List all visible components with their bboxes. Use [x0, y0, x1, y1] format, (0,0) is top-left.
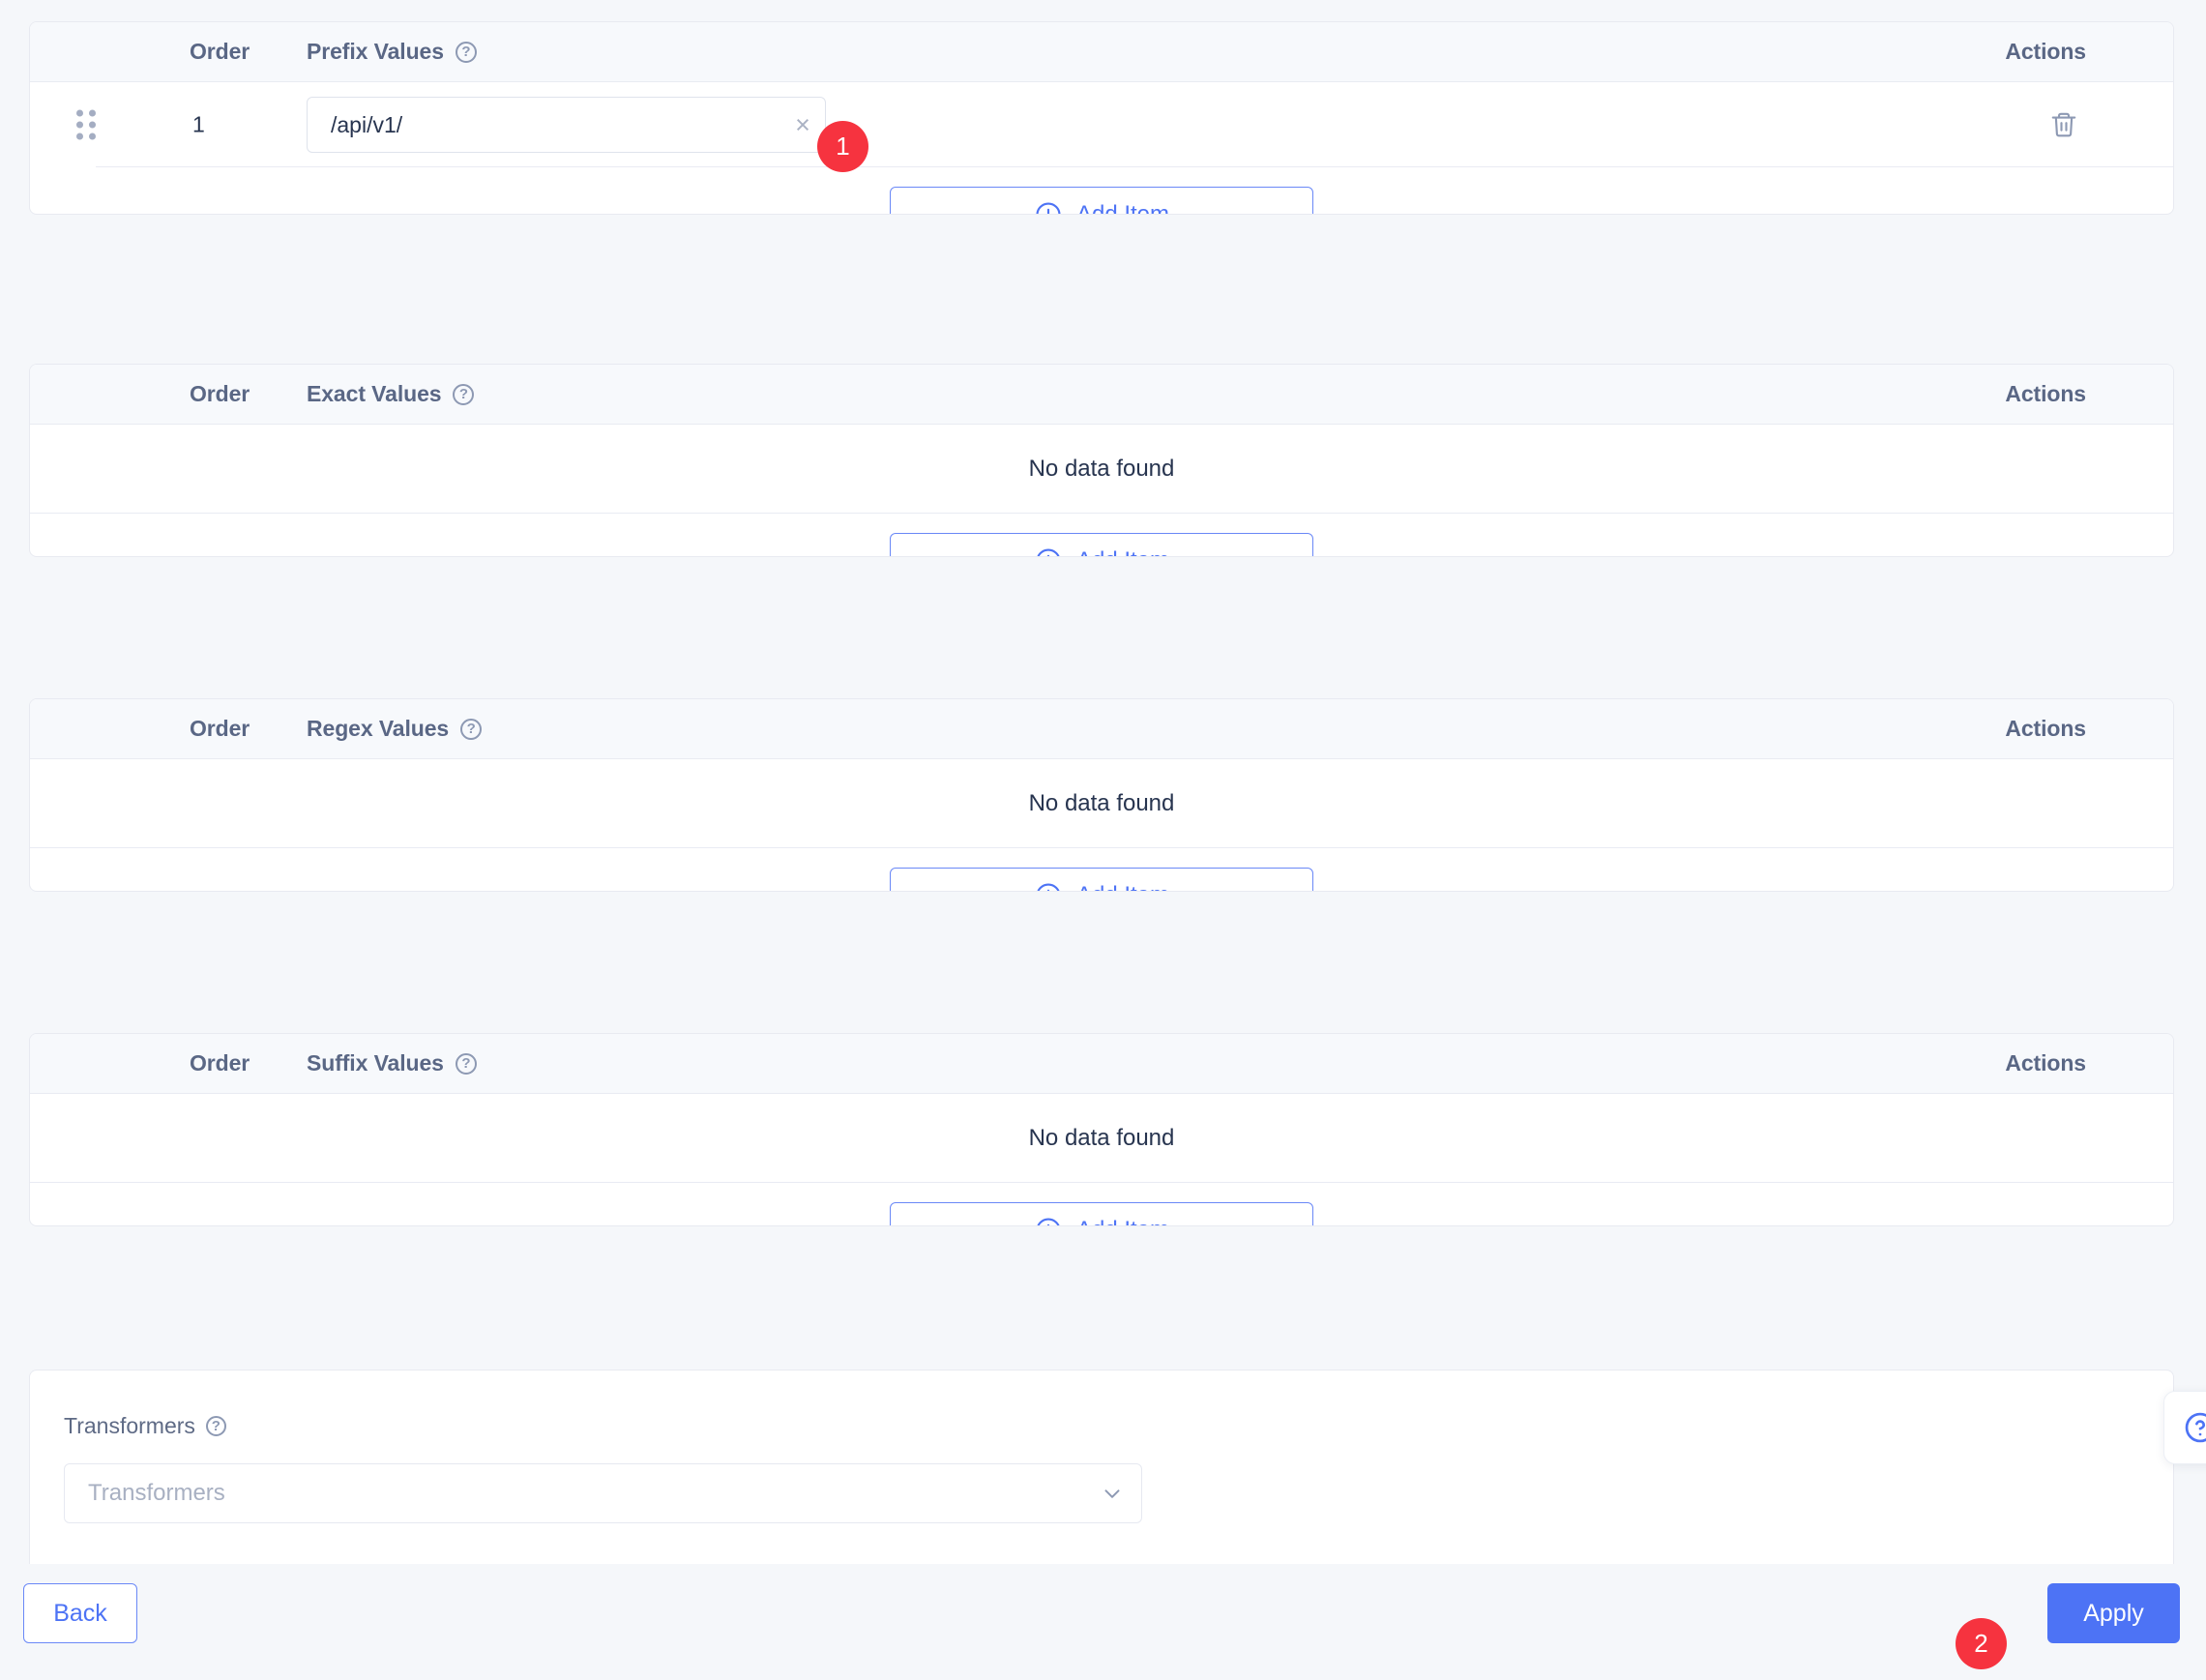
transformers-card: Transformers ? Transformers	[29, 1370, 2174, 1584]
help-icon[interactable]: ?	[455, 1052, 477, 1075]
plus-circle-icon	[1037, 1218, 1060, 1225]
apply-button[interactable]: Apply	[2047, 1583, 2180, 1643]
add-item-label: Add Item	[1075, 201, 1170, 215]
column-header-regex-values: Regex Values ?	[307, 716, 483, 742]
column-header-order: Order	[190, 39, 250, 64]
empty-state-message: No data found	[30, 1094, 2173, 1183]
add-item-label: Add Item	[1076, 1217, 1169, 1225]
empty-state-message: No data found	[30, 759, 2173, 848]
prefix-value-input[interactable]	[308, 111, 780, 138]
help-icon[interactable]: ?	[205, 1416, 226, 1436]
suffix-values-card: Order Suffix Values ? Actions No data fo…	[29, 1033, 2174, 1226]
exact-values-table-header: Order Exact Values ? Actions	[30, 365, 2173, 425]
annotation-badge-2: 2	[1956, 1618, 2007, 1669]
column-header-actions: Actions	[2005, 39, 2086, 64]
drag-handle-icon[interactable]	[76, 109, 96, 140]
suffix-add-item-row: Add Item	[30, 1183, 2173, 1225]
add-item-label: Add Item	[1076, 547, 1169, 556]
column-header-prefix-values-label: Prefix Values	[307, 39, 444, 64]
column-header-prefix-values: Prefix Values ?	[307, 39, 477, 65]
annotation-badge-1: 1	[817, 121, 868, 172]
regex-values-card: Order Regex Values ? Actions No data fou…	[29, 698, 2174, 892]
transformers-select-placeholder: Transformers	[88, 1480, 225, 1506]
chevron-down-icon	[1083, 1481, 1141, 1506]
row-order-number: 1	[192, 111, 205, 137]
transformers-select[interactable]: Transformers	[64, 1463, 1142, 1523]
suffix-values-table-header: Order Suffix Values ? Actions	[30, 1034, 2173, 1094]
add-item-label: Add Item	[1076, 882, 1169, 891]
prefix-value-input-wrapper: ×	[307, 97, 826, 153]
help-icon[interactable]: ?	[455, 41, 477, 63]
regex-values-table-header: Order Regex Values ? Actions	[30, 699, 2173, 759]
column-header-regex-values-label: Regex Values	[307, 716, 450, 741]
add-item-button[interactable]: Add Item	[890, 868, 1313, 891]
empty-state-message: No data found	[30, 425, 2173, 514]
trash-icon	[2051, 112, 2076, 137]
prefix-values-card: Order Prefix Values ? Actions 1 ×	[29, 21, 2174, 215]
column-header-actions: Actions	[2005, 716, 2086, 741]
column-header-order: Order	[190, 381, 250, 406]
back-button[interactable]: Back	[23, 1583, 137, 1643]
column-header-suffix-values: Suffix Values ?	[307, 1050, 477, 1076]
prefix-add-item-row: Add Item	[30, 167, 2173, 215]
transformers-label: Transformers ?	[64, 1413, 226, 1439]
help-icon[interactable]: ?	[453, 383, 475, 405]
delete-row-button[interactable]	[2049, 109, 2078, 140]
plus-circle-icon	[1037, 548, 1060, 556]
exact-add-item-row: Add Item	[30, 514, 2173, 556]
add-item-button[interactable]: Add Item	[890, 187, 1313, 215]
column-header-actions: Actions	[2005, 1050, 2086, 1076]
prefix-values-table-header: Order Prefix Values ? Actions	[30, 22, 2173, 82]
add-item-button[interactable]: Add Item	[890, 533, 1313, 556]
column-header-order: Order	[190, 1050, 250, 1076]
regex-add-item-row: Add Item	[30, 848, 2173, 891]
column-header-actions: Actions	[2005, 381, 2086, 406]
column-header-order: Order	[190, 716, 250, 741]
plus-circle-icon	[1037, 883, 1060, 891]
plus-circle-icon	[1036, 202, 1061, 214]
exact-values-card: Order Exact Values ? Actions No data fou…	[29, 364, 2174, 557]
column-header-exact-values-label: Exact Values	[307, 381, 442, 406]
footer-bar: Back Apply	[0, 1564, 2206, 1680]
add-item-button[interactable]: Add Item	[890, 1202, 1313, 1225]
question-circle-icon	[2185, 1412, 2206, 1443]
table-row: 1 ×	[30, 82, 2173, 167]
column-header-exact-values: Exact Values ?	[307, 381, 475, 407]
column-header-suffix-values-label: Suffix Values	[307, 1050, 444, 1076]
help-icon[interactable]: ?	[460, 718, 483, 740]
transformers-label-text: Transformers	[64, 1413, 195, 1438]
settings-page: Order Prefix Values ? Actions 1 ×	[0, 0, 2206, 1680]
floating-help-button[interactable]	[2163, 1391, 2206, 1464]
